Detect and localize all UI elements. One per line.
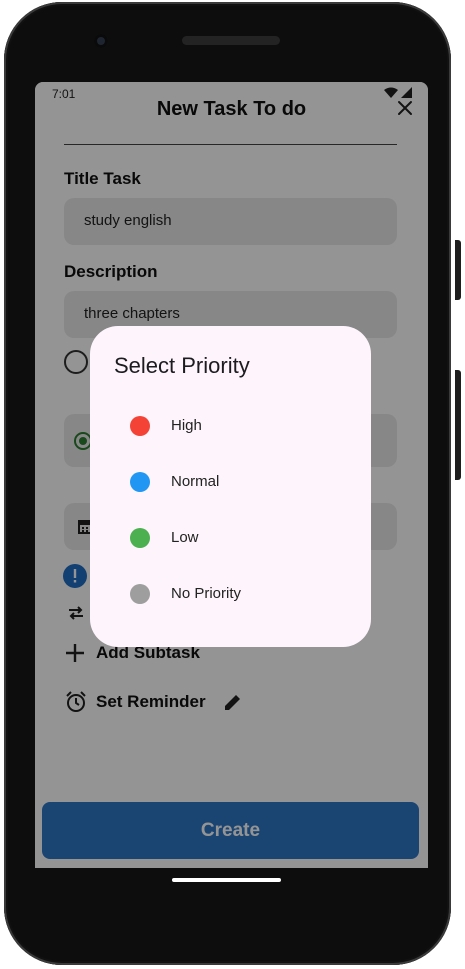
priority-option-label: No Priority <box>171 585 242 602</box>
front-camera <box>94 34 108 48</box>
select-priority-dialog: Select Priority High Normal Low No Prior… <box>90 326 371 647</box>
priority-dot <box>130 472 150 492</box>
priority-option-label: High <box>171 417 202 434</box>
priority-option-low[interactable]: Low <box>90 516 371 560</box>
priority-option-normal[interactable]: Normal <box>90 460 371 504</box>
priority-dot <box>130 416 150 436</box>
priority-dot <box>130 528 150 548</box>
phone-frame: 7:01 New Task To do Title Task study eng… <box>4 2 451 965</box>
power-button <box>455 370 461 480</box>
priority-option-no-priority[interactable]: No Priority <box>90 572 371 616</box>
volume-button <box>455 240 461 300</box>
priority-option-label: Low <box>171 529 199 546</box>
priority-option-label: Normal <box>171 473 220 490</box>
gesture-nav-handle[interactable] <box>172 878 281 882</box>
priority-option-high[interactable]: High <box>90 404 371 448</box>
speaker-grille <box>182 36 280 45</box>
dialog-title: Select Priority <box>114 353 250 378</box>
priority-dot <box>130 584 150 604</box>
screen: 7:01 New Task To do Title Task study eng… <box>35 82 428 868</box>
